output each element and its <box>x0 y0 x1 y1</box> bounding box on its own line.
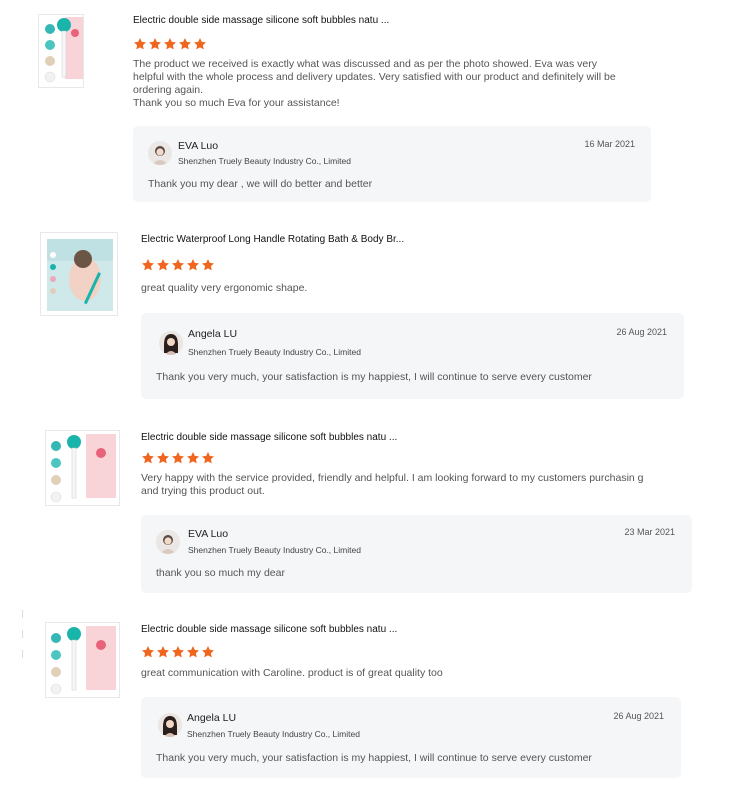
review-text: great quality very ergonomic shape. <box>141 282 631 295</box>
review-text: great communication with Caroline. produ… <box>141 667 631 680</box>
product-title[interactable]: Electric double side massage silicone so… <box>141 432 397 443</box>
brush-product-image <box>46 623 119 697</box>
star-icon <box>187 646 199 658</box>
divider <box>22 610 23 618</box>
star-icon <box>134 38 146 50</box>
review-text-main: The product we received is exactly what … <box>133 58 616 96</box>
rating-stars <box>141 645 215 659</box>
review-text: The product we received is exactly what … <box>133 58 623 110</box>
avatar <box>158 713 182 737</box>
star-icon <box>142 259 154 271</box>
replier-name: EVA Luo <box>178 140 219 152</box>
star-icon <box>202 452 214 464</box>
star-icon <box>164 38 176 50</box>
divider <box>22 630 23 638</box>
rating-stars <box>141 258 215 272</box>
replier-company: Shenzhen Truely Beauty Industry Co., Lim… <box>188 545 361 555</box>
star-icon <box>172 259 184 271</box>
star-icon <box>149 38 161 50</box>
avatar <box>159 331 183 355</box>
star-icon <box>157 452 169 464</box>
reply-text: Thank you very much, your satisfaction i… <box>156 371 592 383</box>
review-text-main: Very happy with the service provided, fr… <box>141 472 644 497</box>
product-title[interactable]: Electric Waterproof Long Handle Rotating… <box>141 234 404 245</box>
bath-photo-product-image <box>41 233 117 315</box>
star-icon <box>187 259 199 271</box>
rating-stars <box>133 37 207 51</box>
seller-reply: Angela LU Shenzhen Truely Beauty Industr… <box>141 313 684 399</box>
brush-product-image <box>39 15 83 87</box>
product-thumbnail[interactable] <box>45 430 120 506</box>
seller-reply: Angela LU Shenzhen Truely Beauty Industr… <box>141 697 681 778</box>
star-icon <box>187 452 199 464</box>
star-icon <box>194 38 206 50</box>
reply-date: 26 Aug 2021 <box>616 327 667 337</box>
star-icon <box>157 646 169 658</box>
replier-company: Shenzhen Truely Beauty Industry Co., Lim… <box>187 729 360 739</box>
product-thumbnail[interactable] <box>40 232 118 316</box>
divider <box>22 650 23 658</box>
reply-date: 26 Aug 2021 <box>613 711 664 721</box>
star-icon <box>142 646 154 658</box>
rating-stars <box>141 451 215 465</box>
reply-text: Thank you very much, your satisfaction i… <box>156 752 592 764</box>
replier-name: Angela LU <box>187 712 237 724</box>
product-title[interactable]: Electric double side massage silicone so… <box>141 624 397 635</box>
star-icon <box>142 452 154 464</box>
star-icon <box>202 259 214 271</box>
product-thumbnail[interactable] <box>45 622 120 698</box>
reply-text: thank you so much my dear <box>156 567 285 579</box>
star-icon <box>179 38 191 50</box>
seller-reply: EVA Luo Shenzhen Truely Beauty Industry … <box>141 515 692 593</box>
replier-company: Shenzhen Truely Beauty Industry Co., Lim… <box>188 347 361 357</box>
review-text-extra: Thank you so much Eva for your assistanc… <box>133 97 340 109</box>
brush-product-image <box>46 431 119 505</box>
replier-company: Shenzhen Truely Beauty Industry Co., Lim… <box>178 156 351 166</box>
replier-name: Angela LU <box>188 328 238 340</box>
star-icon <box>172 452 184 464</box>
review-text-main: great quality very ergonomic shape. <box>141 282 308 294</box>
star-icon <box>157 259 169 271</box>
reply-text: Thank you my dear , we will do better an… <box>148 178 373 190</box>
avatar <box>156 530 180 554</box>
star-icon <box>202 646 214 658</box>
replier-name: EVA Luo <box>188 528 229 540</box>
reply-date: 23 Mar 2021 <box>624 527 675 537</box>
star-icon <box>172 646 184 658</box>
reply-date: 16 Mar 2021 <box>584 139 635 149</box>
product-thumbnail[interactable] <box>38 14 84 88</box>
review-text: Very happy with the service provided, fr… <box>141 472 661 498</box>
product-title[interactable]: Electric double side massage silicone so… <box>133 15 389 26</box>
review-text-main: great communication with Caroline. produ… <box>141 667 443 679</box>
avatar <box>148 141 172 165</box>
seller-reply: EVA Luo Shenzhen Truely Beauty Industry … <box>133 126 651 202</box>
